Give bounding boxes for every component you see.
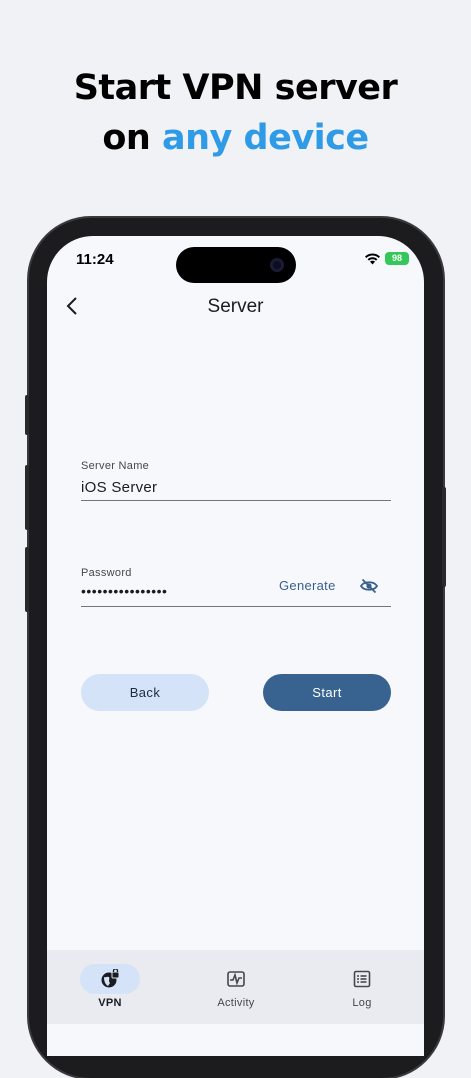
dynamic-island (176, 247, 296, 283)
page-title: Server (207, 296, 264, 317)
nav-item-vpn[interactable]: VPN (47, 950, 173, 1024)
password-underline (81, 606, 391, 607)
globe-lock-icon (101, 969, 120, 988)
password-label: Password (81, 567, 132, 579)
nav-item-log[interactable]: Log (299, 950, 425, 1024)
back-button[interactable]: Back (81, 674, 209, 711)
server-name-input[interactable]: iOS Server (81, 479, 157, 496)
headline-accent: any device (162, 118, 369, 158)
camera-icon (270, 258, 284, 272)
generate-button[interactable]: Generate (279, 578, 336, 593)
eye-off-icon[interactable] (360, 578, 378, 594)
phone-volume-down (25, 547, 29, 612)
headline-prefix: on (102, 118, 163, 158)
bottom-navigation: VPN Activity Log (47, 950, 424, 1024)
battery-indicator: 98 (385, 252, 409, 265)
server-name-label: Server Name (81, 460, 150, 472)
password-input[interactable]: •••••••••••••••• (81, 583, 167, 599)
promo-headline-line1: Start VPN server (73, 68, 398, 108)
status-time: 11:24 (76, 251, 114, 268)
activity-icon (227, 971, 245, 987)
start-button[interactable]: Start (263, 674, 391, 711)
nav-item-activity[interactable]: Activity (173, 950, 299, 1024)
list-icon (353, 970, 371, 988)
phone-side-button (442, 487, 446, 587)
nav-label-log: Log (352, 997, 372, 1009)
phone-action-button (25, 395, 29, 435)
nav-label-vpn: VPN (98, 997, 122, 1009)
wifi-icon (365, 253, 380, 265)
phone-screen (47, 236, 424, 1056)
nav-label-activity: Activity (217, 997, 255, 1009)
server-name-underline (81, 500, 391, 501)
phone-volume-up (25, 465, 29, 530)
promo-headline-line2: on any device (0, 118, 471, 158)
